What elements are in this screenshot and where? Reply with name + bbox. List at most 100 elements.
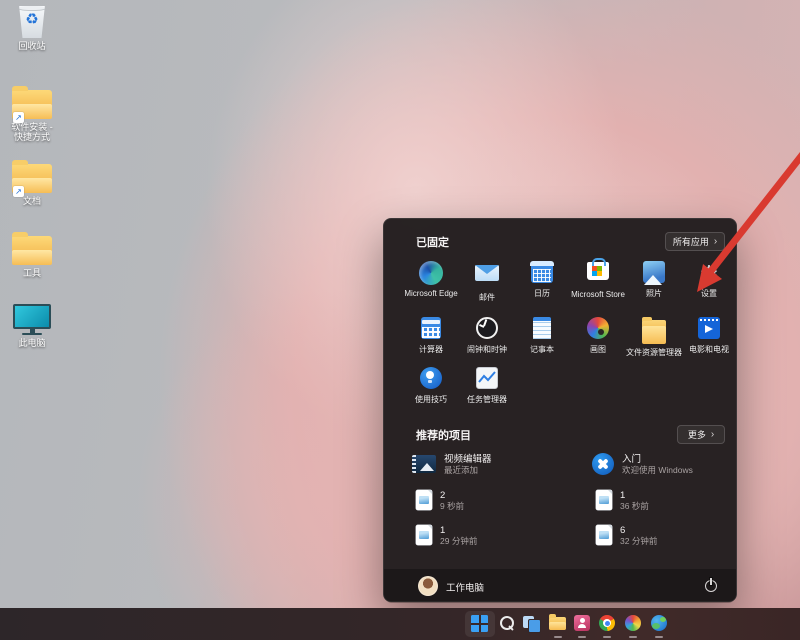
image-file-icon	[416, 525, 432, 545]
pinned-app-label: 文件资源管理器	[626, 348, 682, 357]
pinned-app-label: 设置	[681, 289, 737, 298]
pinned-app-alarms-clock[interactable]: 闹钟和时钟	[459, 315, 515, 367]
image-file-icon	[596, 490, 612, 510]
recommended-item-file[interactable]: 1 36 秒前	[592, 485, 764, 515]
store-bag-icon	[587, 262, 609, 280]
pinned-app-label: 计算器	[403, 345, 459, 354]
taskbar-chrome-icon[interactable]	[599, 615, 615, 631]
chevron-right-icon: ›	[711, 430, 714, 440]
pinned-app-file-explorer[interactable]: 文件资源管理器	[626, 315, 682, 367]
desktop-icon-folder[interactable]: 工具	[4, 232, 60, 278]
desktop-icon-label: 文档	[4, 196, 60, 206]
desktop-icon-label: 回收站	[4, 41, 60, 51]
microsoft-edge-icon	[419, 261, 443, 285]
pinned-app-notepad[interactable]: 记事本	[514, 315, 570, 367]
desktop-icon-this-pc[interactable]: 此电脑	[4, 302, 60, 348]
recommended-item-video-editor[interactable]: 视频编辑器 最近添加	[412, 449, 584, 479]
photos-icon	[643, 261, 665, 283]
pinned-app-label: 电影和电视	[681, 345, 737, 354]
taskbar-rainbow-app-icon[interactable]	[625, 615, 641, 631]
desktop-icon-folder-shortcut-1[interactable]: 软件安装 - 快捷方式	[4, 86, 60, 142]
recommended-subtitle: 36 秒前	[620, 501, 649, 511]
image-file-icon	[596, 525, 612, 545]
start-button-windows-icon[interactable]	[471, 615, 488, 632]
recycle-bin-icon	[18, 6, 46, 38]
pinned-app-microsoft-store[interactable]: Microsoft Store	[570, 259, 626, 311]
desktop-icon-recycle-bin[interactable]: 回收站	[4, 6, 60, 51]
pinned-app-task-manager[interactable]: 任务管理器	[459, 365, 515, 417]
task-manager-graph-icon	[476, 367, 498, 389]
pinned-app-label: Microsoft Store	[570, 290, 626, 299]
running-indicator	[629, 636, 637, 638]
recommended-title: 1	[620, 490, 649, 501]
recommended-item-get-started[interactable]: 入门 欢迎使用 Windows	[592, 449, 764, 479]
clock-icon	[476, 317, 498, 339]
all-apps-button[interactable]: 所有应用 ›	[665, 232, 725, 251]
recommended-item-file[interactable]: 6 32 分钟前	[592, 520, 764, 550]
pinned-app-label: 照片	[626, 289, 682, 298]
pinned-app-movies-tv[interactable]: 电影和电视	[681, 315, 737, 367]
folder-icon	[12, 236, 52, 265]
notepad-icon	[533, 317, 551, 339]
pinned-app-calculator[interactable]: 计算器	[403, 315, 459, 367]
desktop-icon-label: 软件安装 -	[4, 122, 60, 132]
movies-tv-play-icon	[698, 317, 720, 339]
desktop-screen: 回收站 软件安装 - 快捷方式 文档 工具 此电脑 已固定 所有应用 › Mic…	[0, 0, 800, 640]
monitor-base	[22, 333, 42, 335]
user-name[interactable]: 工作电脑	[446, 580, 484, 594]
pinned-app-photos[interactable]: 照片	[626, 259, 682, 311]
recommended-section-header: 推荐的项目	[416, 427, 471, 443]
running-indicator	[578, 636, 586, 638]
pinned-app-microsoft-edge[interactable]: Microsoft Edge	[403, 259, 459, 311]
file-explorer-folder-icon	[642, 320, 666, 337]
image-file-icon	[416, 490, 432, 510]
taskbar-globe-app-icon[interactable]	[651, 615, 667, 631]
user-avatar[interactable]	[418, 576, 438, 596]
desktop-icon-folder-shortcut-2[interactable]: 文档	[4, 160, 60, 206]
pinned-app-label: 使用技巧	[403, 395, 459, 404]
recommended-title: 1	[440, 525, 477, 536]
recommended-title: 入门	[622, 454, 693, 465]
all-apps-label: 所有应用	[673, 235, 709, 248]
pinned-app-label: 邮件	[459, 293, 515, 302]
task-view-icon[interactable]	[522, 614, 540, 632]
search-icon[interactable]	[498, 614, 516, 632]
pinned-app-paint[interactable]: 画图	[570, 315, 626, 367]
pinned-app-settings[interactable]: ⚙ 设置	[681, 259, 737, 311]
calculator-icon	[421, 317, 441, 339]
calendar-icon	[531, 261, 553, 283]
more-button[interactable]: 更多 ›	[677, 425, 725, 444]
taskbar-pink-app-icon[interactable]	[574, 615, 590, 631]
shortcut-arrow-icon	[13, 186, 24, 197]
recommended-subtitle: 欢迎使用 Windows	[622, 465, 693, 475]
taskbar-file-explorer-icon[interactable]	[549, 617, 566, 630]
running-indicator	[554, 636, 562, 638]
recommended-subtitle: 32 分钟前	[620, 536, 657, 546]
pinned-app-label: Microsoft Edge	[403, 289, 459, 298]
more-label: 更多	[688, 428, 706, 441]
pinned-section-header: 已固定	[416, 234, 449, 250]
power-button[interactable]	[704, 579, 718, 593]
start-menu-panel: 已固定 所有应用 › Microsoft Edge 邮件 日历 Microsof…	[383, 218, 737, 602]
pinned-app-tips[interactable]: 使用技巧	[403, 365, 459, 417]
recommended-item-file[interactable]: 2 9 秒前	[412, 485, 584, 515]
recommended-subtitle: 9 秒前	[440, 501, 464, 511]
shortcut-arrow-icon	[13, 112, 24, 123]
start-menu-footer: 工作电脑	[384, 569, 736, 603]
paint-palette-icon	[587, 317, 609, 339]
desktop-icon-label: 此电脑	[4, 338, 60, 348]
pinned-app-label: 记事本	[514, 345, 570, 354]
monitor-icon	[13, 304, 51, 329]
pinned-app-label: 闹钟和时钟	[459, 345, 515, 354]
pinned-app-mail[interactable]: 邮件	[459, 259, 515, 311]
settings-gear-icon: ⚙	[697, 261, 721, 285]
desktop-icon-label: 快捷方式	[4, 132, 60, 142]
recommended-title: 2	[440, 490, 464, 501]
mail-icon	[475, 265, 499, 281]
pinned-app-calendar[interactable]: 日历	[514, 259, 570, 311]
running-indicator	[655, 636, 663, 638]
pinned-app-label: 画图	[570, 345, 626, 354]
recommended-item-file[interactable]: 1 29 分钟前	[412, 520, 584, 550]
recommended-subtitle: 最近添加	[444, 465, 492, 475]
desktop-icon-label: 工具	[4, 268, 60, 278]
